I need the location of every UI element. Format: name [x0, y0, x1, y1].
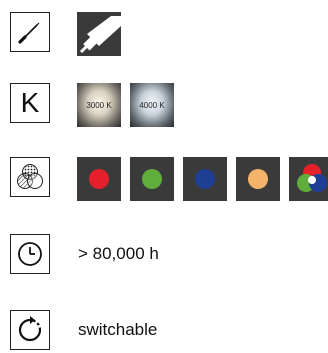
color-tile-orange — [236, 157, 280, 201]
color-mix-icon — [10, 157, 50, 197]
spotlight-beam-icon — [77, 12, 121, 56]
row-lifetime: > 80,000 h — [10, 234, 328, 276]
clock-icon — [10, 234, 50, 274]
tile-3000k-label: 3000 K — [86, 100, 112, 110]
color-tile-red — [77, 157, 121, 201]
orange-dot — [248, 169, 268, 189]
rgb-mix-icon — [297, 164, 327, 192]
kelvin-icon: K — [10, 83, 50, 123]
tile-3000k: 3000 K — [77, 83, 121, 127]
color-tile-blue — [183, 157, 227, 201]
row-switchable: switchable — [10, 310, 328, 352]
green-dot — [142, 169, 162, 189]
color-tile-green — [130, 157, 174, 201]
switchable-text: switchable — [78, 320, 158, 339]
row-color-temperature: K 3000 K 4000 K — [10, 83, 328, 127]
switch-cycle-icon — [10, 310, 50, 350]
tile-4000k: 4000 K — [130, 83, 174, 127]
lifetime-text: > 80,000 h — [78, 244, 159, 263]
blue-dot — [195, 169, 215, 189]
row-tool — [10, 12, 328, 56]
row-colors — [10, 157, 328, 201]
red-dot — [89, 169, 109, 189]
screwdriver-icon — [10, 12, 50, 52]
kelvin-icon-letter: K — [20, 87, 40, 118]
color-tile-rgb — [289, 157, 328, 201]
tile-4000k-label: 4000 K — [139, 100, 165, 110]
